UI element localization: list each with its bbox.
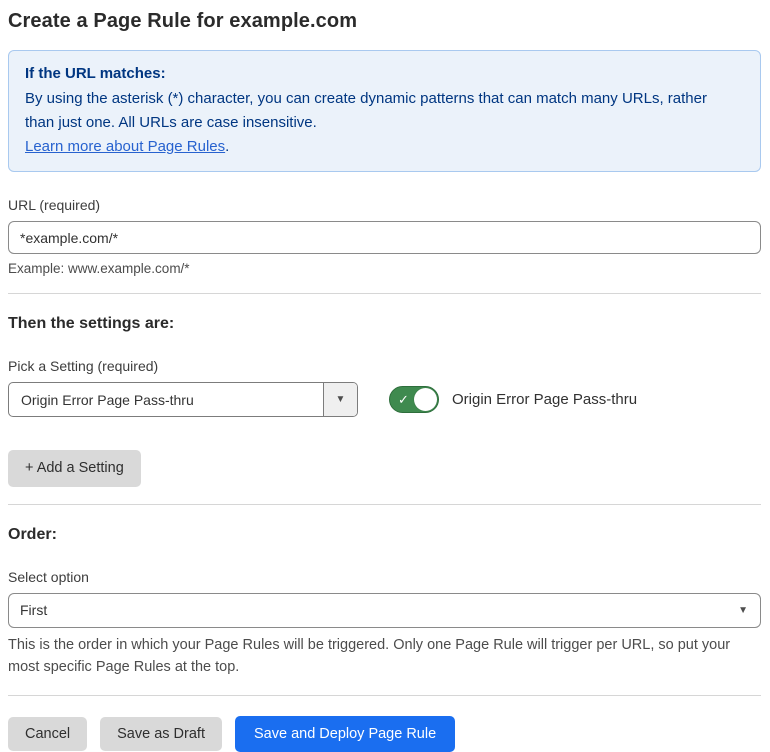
divider bbox=[8, 695, 761, 696]
divider bbox=[8, 504, 761, 505]
setting-select-value: Origin Error Page Pass-thru bbox=[9, 383, 323, 416]
cancel-button[interactable]: Cancel bbox=[8, 717, 87, 752]
url-helper-text: Example: www.example.com/* bbox=[8, 261, 761, 276]
order-section-heading: Order: bbox=[8, 526, 761, 544]
setting-picker-label: Pick a Setting (required) bbox=[8, 358, 761, 374]
order-helper-text: This is the order in which your Page Rul… bbox=[8, 634, 753, 678]
save-as-draft-button[interactable]: Save as Draft bbox=[100, 717, 222, 752]
setting-select[interactable]: Origin Error Page Pass-thru ▼ bbox=[8, 382, 358, 417]
divider bbox=[8, 293, 761, 294]
learn-more-link[interactable]: Learn more about Page Rules bbox=[25, 138, 225, 155]
check-icon: ✓ bbox=[398, 393, 409, 406]
toggle-knob bbox=[414, 388, 437, 411]
order-select[interactable]: First ▼ bbox=[8, 593, 761, 628]
save-and-deploy-button[interactable]: Save and Deploy Page Rule bbox=[235, 716, 455, 752]
add-setting-button[interactable]: + Add a Setting bbox=[8, 450, 141, 487]
url-match-info-box: If the URL matches: By using the asteris… bbox=[8, 50, 761, 172]
settings-section-heading: Then the settings are: bbox=[8, 315, 761, 333]
setting-toggle[interactable]: ✓ bbox=[389, 386, 439, 413]
order-select-label: Select option bbox=[8, 569, 761, 585]
url-input[interactable] bbox=[8, 221, 761, 254]
link-suffix: . bbox=[225, 138, 229, 155]
caret-down-icon: ▼ bbox=[738, 605, 748, 616]
footer-actions: Cancel Save as Draft Save and Deploy Pag… bbox=[8, 716, 761, 752]
caret-down-icon: ▼ bbox=[336, 394, 346, 405]
info-box-link-row: Learn more about Page Rules. bbox=[25, 135, 744, 159]
info-box-heading: If the URL matches: bbox=[25, 62, 744, 86]
info-box-body: By using the asterisk (*) character, you… bbox=[25, 87, 725, 135]
setting-row: Origin Error Page Pass-thru ▼ ✓ Origin E… bbox=[8, 382, 761, 417]
info-box-body-text: By using the asterisk (*) character, you… bbox=[25, 90, 707, 131]
setting-toggle-label: Origin Error Page Pass-thru bbox=[452, 391, 637, 408]
page-title: Create a Page Rule for example.com bbox=[8, 10, 761, 33]
setting-select-caret-button[interactable]: ▼ bbox=[323, 383, 357, 416]
url-field-label: URL (required) bbox=[8, 197, 761, 213]
order-select-value: First bbox=[20, 602, 47, 618]
